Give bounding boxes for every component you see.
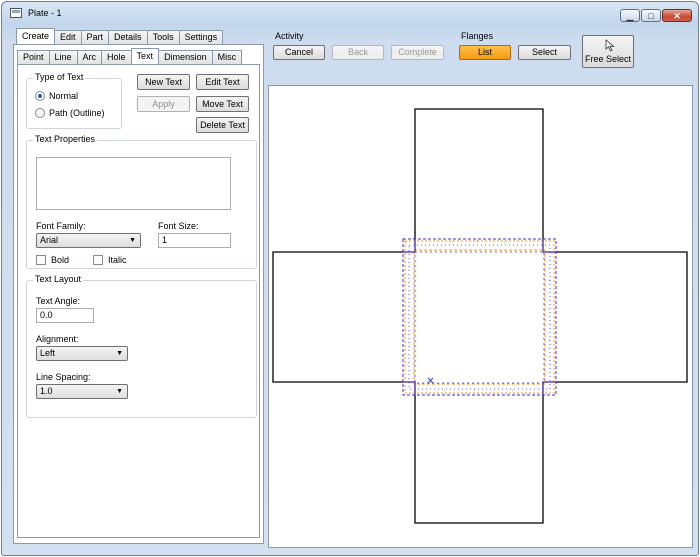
font-family-select[interactable]: Arial ▼ <box>36 233 141 248</box>
chevron-down-icon: ▼ <box>116 388 123 395</box>
delete-text-button[interactable]: Delete Text <box>196 117 249 133</box>
text-content-field[interactable] <box>36 157 231 210</box>
type-of-text-title: Type of Text <box>33 72 86 82</box>
close-icon: ✕ <box>673 11 681 21</box>
flange-marker-top-2: · : <box>474 239 478 245</box>
radio-normal[interactable]: Normal <box>35 91 78 101</box>
flange-marker-top-1: · ᵢ <box>449 239 453 245</box>
text-properties-title: Text Properties <box>33 134 98 144</box>
line-spacing-select[interactable]: 1.0 ▼ <box>36 384 128 399</box>
title-bar[interactable]: Plate - 1 ▁ □ ✕ <box>2 2 698 26</box>
minimize-icon: ▁ <box>626 11 634 21</box>
bold-checkbox-box[interactable] <box>36 255 46 265</box>
maximize-button[interactable]: □ <box>641 9 661 22</box>
move-text-button[interactable]: Move Text <box>196 96 249 112</box>
text-angle-field[interactable]: 0.0 <box>36 308 94 323</box>
flange-marker-bottom-3: · ᵢ <box>509 387 513 393</box>
new-text-button[interactable]: New Text <box>137 74 190 90</box>
close-button[interactable]: ✕ <box>662 9 692 22</box>
text-tab-body: Type of Text Normal Path (Outline) New T… <box>17 64 260 538</box>
radio-path-dot[interactable] <box>35 108 45 118</box>
flanges-label: Flanges <box>461 31 494 41</box>
app-window: Plate - 1 ▁ □ ✕ Create Edit Part Details… <box>1 1 699 556</box>
chevron-down-icon: ▼ <box>116 350 123 357</box>
tab-create[interactable]: Create <box>16 28 56 44</box>
bold-checkbox[interactable]: Bold <box>36 255 69 265</box>
line-spacing-label: Line Spacing: <box>36 372 91 382</box>
flange-markers: · ᵢ · : ᵢ · · ᵢ ᵢ · · ᵢ ᵢ ᵢ ᵢ ᵢ <box>405 239 550 393</box>
text-layout-title: Text Layout <box>33 274 84 284</box>
radio-path-label: Path (Outline) <box>49 108 105 118</box>
tab-misc[interactable]: Misc <box>211 50 243 64</box>
text-angle-label: Text Angle: <box>36 296 81 306</box>
text-layout-group: Text Layout Text Angle: 0.0 Alignment: L… <box>26 274 257 418</box>
type-of-text-group: Type of Text Normal Path (Outline) <box>26 72 122 129</box>
window-title: Plate - 1 <box>28 8 62 18</box>
font-size-label: Font Size: <box>158 221 199 231</box>
apply-button[interactable]: Apply <box>137 96 190 112</box>
tab-edit[interactable]: Edit <box>54 30 82 44</box>
plate-outline[interactable] <box>272 108 688 524</box>
tab-text[interactable]: Text <box>130 48 160 64</box>
free-select-button[interactable]: Free Select <box>582 35 634 68</box>
tab-dimension[interactable]: Dimension <box>158 50 213 64</box>
flange-marker-left-2: ᵢ <box>405 327 406 333</box>
activity-label: Activity <box>275 31 304 41</box>
select-button[interactable]: Select <box>518 45 571 60</box>
alignment-label: Alignment: <box>36 334 79 344</box>
edit-text-button[interactable]: Edit Text <box>196 74 249 90</box>
list-button[interactable]: List <box>459 45 511 60</box>
minimize-button[interactable]: ▁ <box>620 9 640 22</box>
origin-marker-icon <box>427 377 434 384</box>
flange-marker-top-3: ᵢ · <box>504 239 508 245</box>
sub-tabs: Point Line Arc Hole Text Dimension Misc <box>17 48 243 64</box>
tab-point[interactable]: Point <box>17 50 50 64</box>
alignment-value: Left <box>40 348 56 358</box>
left-panel: Create Edit Part Details Tools Settings … <box>12 26 266 546</box>
tab-hole[interactable]: Hole <box>101 50 132 64</box>
font-size-field[interactable]: 1 <box>158 233 231 248</box>
cancel-button[interactable]: Cancel <box>273 45 325 60</box>
tab-tools[interactable]: Tools <box>146 30 180 44</box>
line-spacing-value: 1.0 <box>40 386 53 396</box>
tab-line[interactable]: Line <box>48 50 78 64</box>
complete-button[interactable]: Complete <box>391 45 444 60</box>
italic-label: Italic <box>108 255 127 265</box>
italic-checkbox-box[interactable] <box>93 255 103 265</box>
back-button[interactable]: Back <box>332 45 384 60</box>
free-select-label: Free Select <box>584 54 632 64</box>
window-controls: ▁ □ ✕ <box>620 9 692 22</box>
font-family-label: Font Family: <box>36 221 86 231</box>
plate-drawing[interactable]: · ᵢ · : ᵢ · · ᵢ ᵢ · · ᵢ ᵢ ᵢ ᵢ ᵢ <box>269 86 694 549</box>
flange-marker-bottom-2: ᵢ · <box>474 387 478 393</box>
flange-bend-lines[interactable] <box>402 238 557 396</box>
text-properties-group: Text Properties Font Family: Arial ▼ Fon… <box>26 134 257 269</box>
alignment-select[interactable]: Left ▼ <box>36 346 128 361</box>
radio-normal-label: Normal <box>49 91 79 101</box>
pointer-cursor-icon <box>605 39 615 52</box>
main-tabs: Create Edit Part Details Tools Settings <box>16 28 224 44</box>
tab-settings[interactable]: Settings <box>178 30 224 44</box>
tab-part[interactable]: Part <box>80 30 110 44</box>
tab-arc[interactable]: Arc <box>76 50 103 64</box>
drawing-canvas[interactable]: · ᵢ · : ᵢ · · ᵢ ᵢ · · ᵢ ᵢ ᵢ ᵢ ᵢ <box>268 85 693 548</box>
bold-label: Bold <box>51 255 70 265</box>
chevron-down-icon: ▼ <box>129 237 136 244</box>
flange-marker-left-1: ᵢ <box>405 282 406 288</box>
radio-normal-dot[interactable] <box>35 91 45 101</box>
app-icon <box>10 8 22 18</box>
radio-path-outline[interactable]: Path (Outline) <box>35 108 105 118</box>
italic-checkbox[interactable]: Italic <box>93 255 127 265</box>
maximize-icon: □ <box>648 11 654 21</box>
font-family-value: Arial <box>40 235 59 245</box>
flange-marker-bottom-1: · ᵢ <box>441 387 445 393</box>
tab-details[interactable]: Details <box>108 30 148 44</box>
